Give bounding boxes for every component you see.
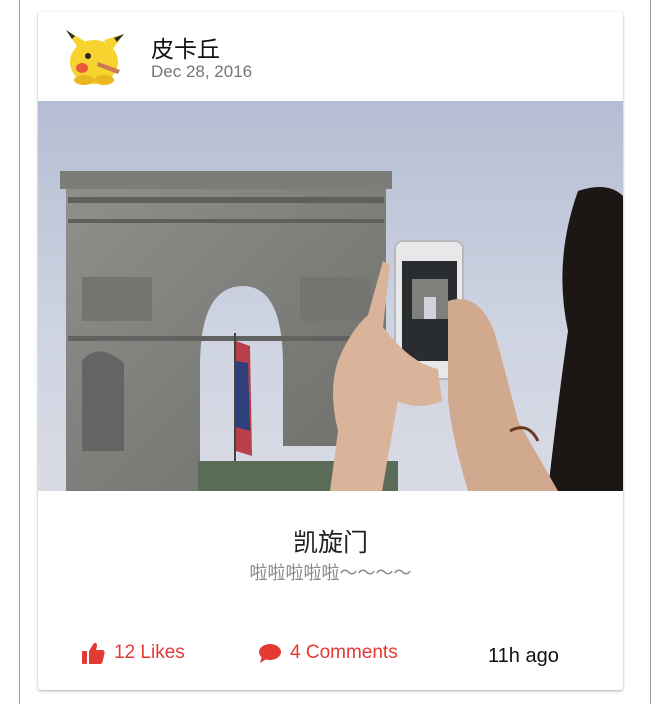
- comments-count[interactable]: 4 Comments: [290, 642, 398, 664]
- speech-bubble-icon: [259, 643, 281, 663]
- post-photo[interactable]: [38, 101, 623, 491]
- like-button[interactable]: 12 Likes: [82, 642, 185, 664]
- post-actions: 12 Likes 4 Comments 11h ago: [38, 642, 623, 672]
- thumbs-up-icon: [82, 642, 105, 664]
- time-ago: 11h ago: [488, 645, 559, 667]
- post-subtitle: 啦啦啦啦啦～～～～: [249, 563, 412, 584]
- post-header: 皮卡丘 Dec 28, 2016: [38, 12, 623, 101]
- post-card[interactable]: 皮卡丘 Dec 28, 2016 凯旋门 啦啦啦啦啦～～～～ 12 Likes …: [38, 12, 623, 690]
- page-frame-right-border: [650, 0, 651, 704]
- page-frame-left-border: [19, 0, 20, 704]
- post-date: Dec 28, 2016: [151, 62, 253, 81]
- author-name[interactable]: 皮卡丘: [151, 30, 220, 64]
- avatar[interactable]: [60, 26, 128, 88]
- comments-button[interactable]: 4 Comments: [259, 642, 398, 664]
- likes-count[interactable]: 12 Likes: [114, 642, 185, 664]
- post-title: 凯旋门: [292, 528, 368, 557]
